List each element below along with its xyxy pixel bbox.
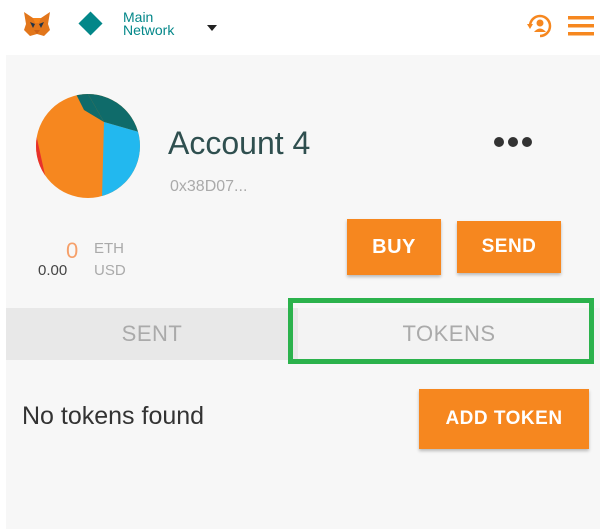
network-name-line2: Network: [123, 22, 175, 38]
usd-balance-unit: USD: [94, 262, 126, 279]
network-selector[interactable]: Main Network: [123, 10, 175, 38]
eth-balance-unit: ETH: [94, 240, 124, 257]
eth-balance-value: 0: [66, 238, 79, 263]
hamburger-menu-icon[interactable]: [566, 14, 596, 38]
metamask-fox-icon[interactable]: [22, 10, 52, 38]
more-dots-icon[interactable]: [494, 134, 544, 150]
account-identicon[interactable]: [36, 94, 140, 198]
buy-button[interactable]: BUY: [347, 219, 441, 275]
add-token-button[interactable]: ADD TOKEN: [419, 389, 589, 449]
account-address[interactable]: 0x38D07...: [170, 178, 247, 196]
tab-sent[interactable]: SENT: [6, 308, 298, 360]
top-bar: Main Network: [0, 0, 600, 52]
tab-tokens[interactable]: TOKENS: [298, 308, 600, 360]
no-tokens-message: No tokens found: [22, 402, 205, 430]
account-name[interactable]: Account 4: [168, 125, 310, 162]
account-switch-icon[interactable]: [524, 11, 556, 41]
network-status-icon[interactable]: [78, 11, 103, 36]
usd-balance-value: 0.00: [38, 262, 68, 279]
send-button[interactable]: SEND: [457, 221, 561, 273]
chevron-down-icon[interactable]: [207, 25, 217, 31]
